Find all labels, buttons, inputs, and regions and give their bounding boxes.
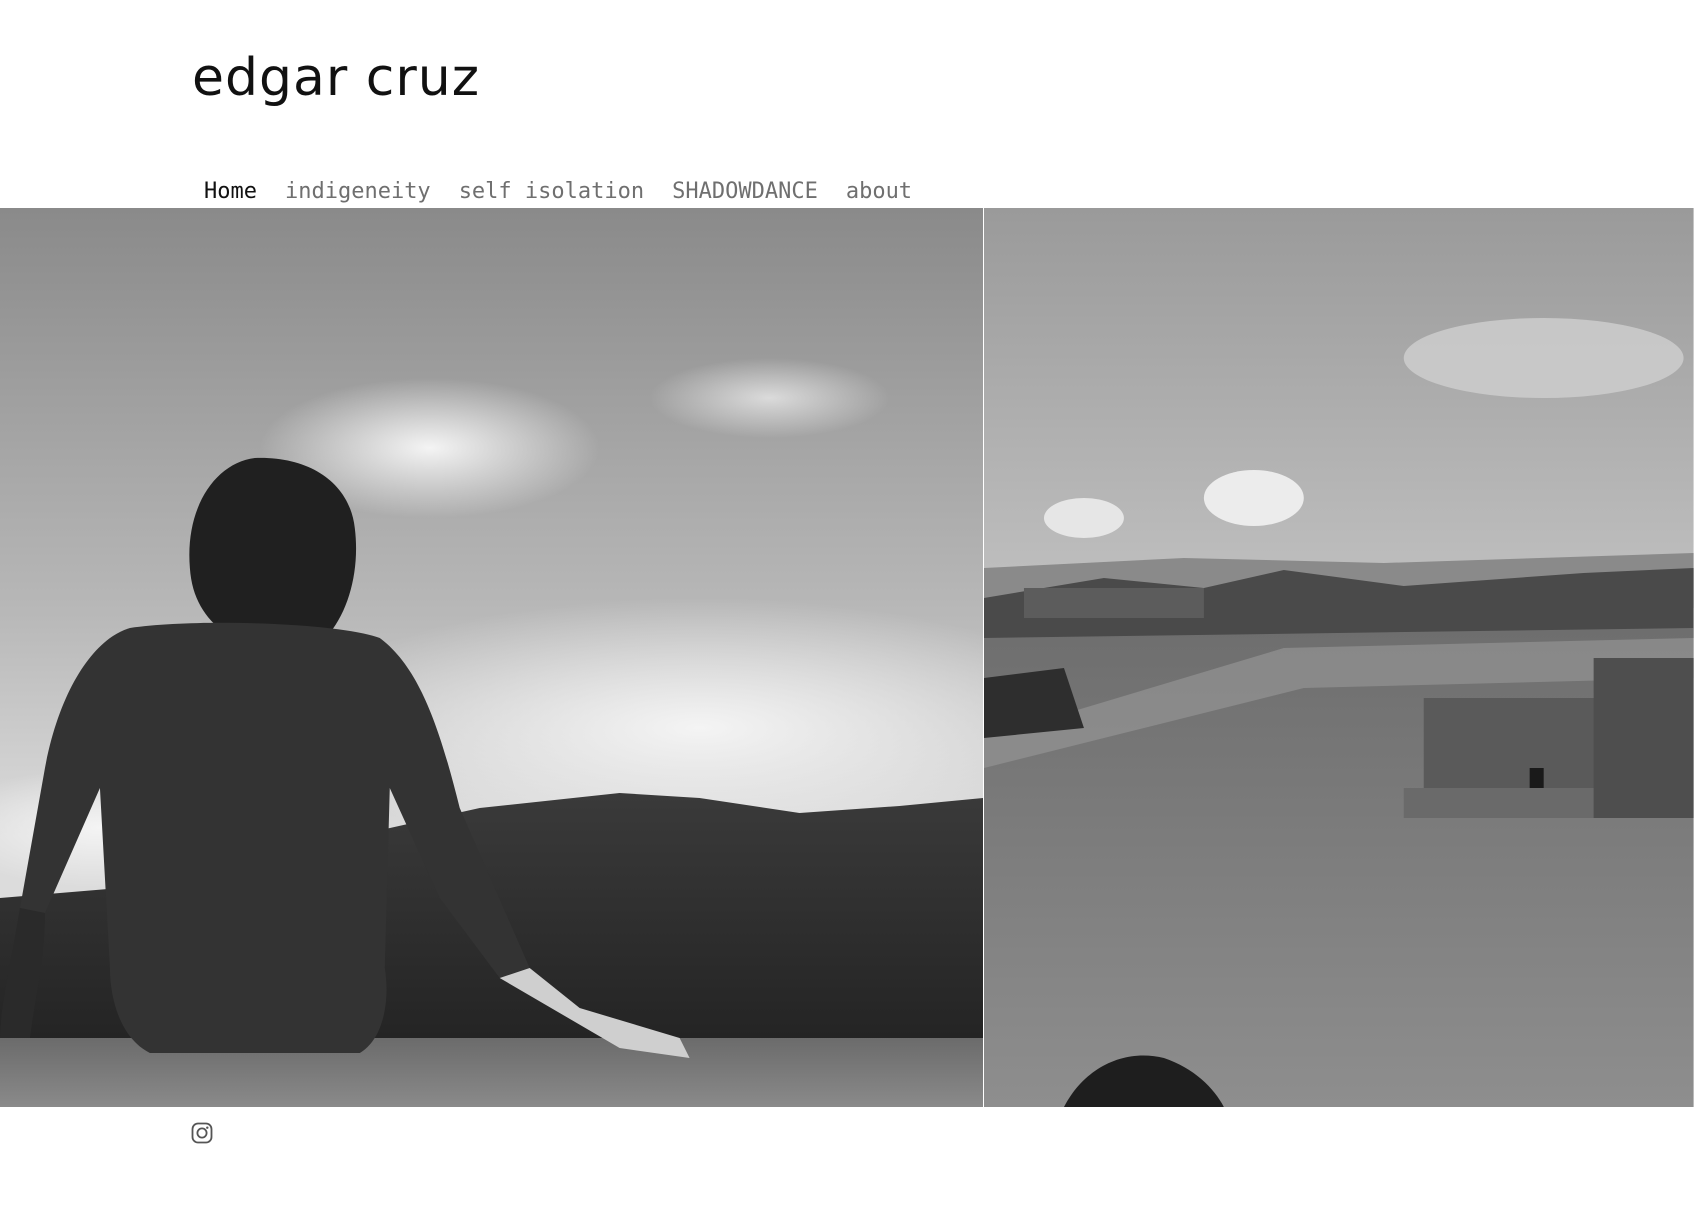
gallery-photo-person-mountains[interactable] [0,208,984,1107]
site-title[interactable]: edgar cruz [192,52,480,104]
nav-item-indigeneity[interactable]: indigeneity [271,179,445,204]
photo-ruins-image [984,208,1694,1107]
photo-gallery [0,208,1694,1107]
instagram-icon[interactable] [191,1122,213,1144]
nav-item-self-isolation[interactable]: self isolation [445,179,658,204]
nav-item-shadowdance[interactable]: SHADOWDANCE [658,179,832,204]
nav-item-about[interactable]: about [832,179,926,204]
nav-item-home[interactable]: Home [190,179,271,204]
gallery-photo-ruins[interactable] [984,208,1694,1107]
main-nav: Home indigeneity self isolation SHADOWDA… [190,174,926,208]
photo-person-mountains-image [0,208,984,1107]
